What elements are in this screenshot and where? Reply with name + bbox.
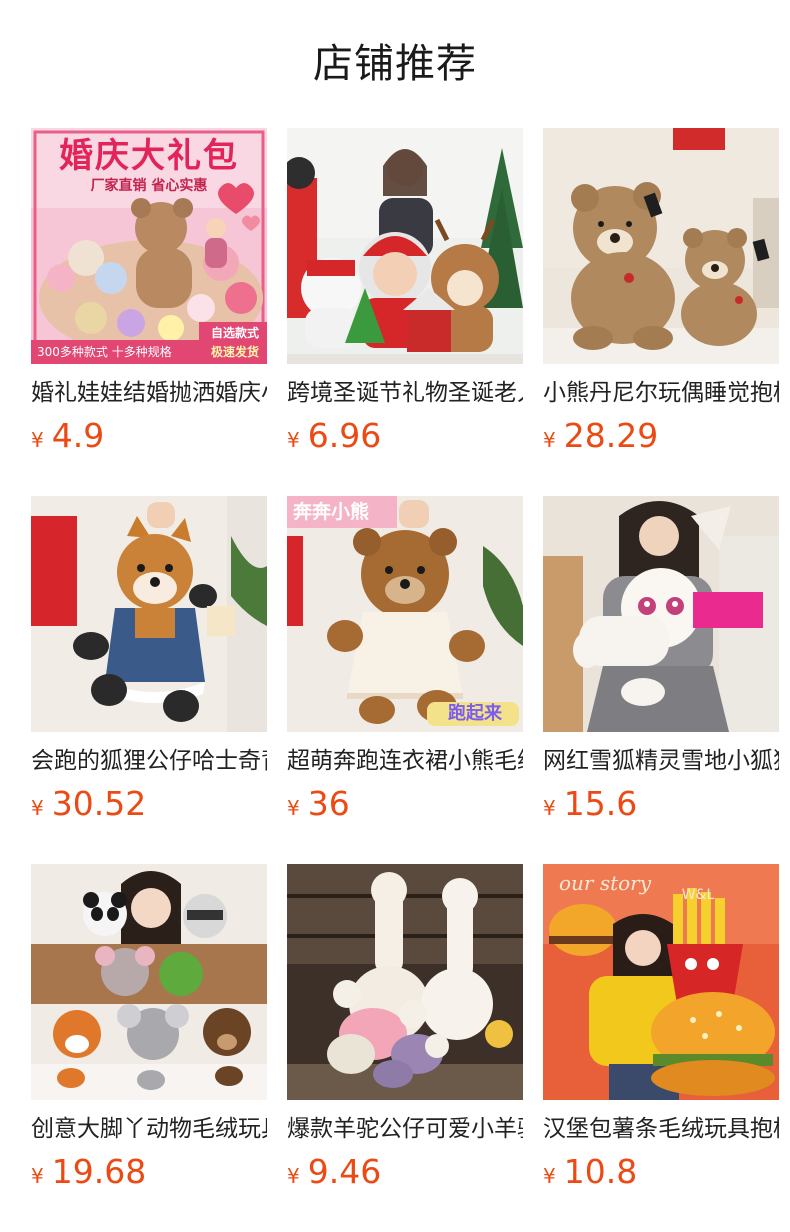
page-title: 店铺推荐 — [313, 41, 477, 87]
product-price: 10.8 — [563, 1152, 638, 1191]
product-price: 36 — [307, 784, 350, 823]
product-card[interactable]: 小熊丹尼尔玩偶睡觉抱枕泰迪熊 ¥28.29 — [543, 128, 779, 458]
product-name[interactable]: 小熊丹尼尔玩偶睡觉抱枕泰迪熊 — [543, 376, 779, 410]
price-row: ¥4.9 — [31, 416, 104, 456]
product-image[interactable] — [31, 864, 267, 1100]
product-price: 6.96 — [307, 416, 382, 455]
product-price: 19.68 — [51, 1152, 147, 1191]
price-row: ¥19.68 — [31, 1152, 146, 1192]
product-card[interactable]: 会跑的狐狸公仔哈士奇背带裤玩偶 ¥30.52 — [31, 496, 267, 826]
banner-corner-label: 自选款式 — [210, 326, 259, 340]
product-name[interactable]: 超萌奔跑连衣裙小熊毛绒玩具 — [287, 744, 523, 778]
banner-bottom-left: 300多种款式 十多种规格 — [37, 345, 172, 359]
currency-symbol: ¥ — [287, 796, 300, 820]
product-card[interactable]: our story W&L 汉堡包薯条毛绒玩具抱枕 ¥10.8 — [543, 864, 779, 1194]
currency-symbol: ¥ — [31, 1164, 44, 1188]
currency-symbol: ¥ — [543, 1164, 556, 1188]
banner-top-label: 奔奔小熊 — [293, 501, 370, 523]
banner-bottom-right: 极速发货 — [210, 345, 259, 359]
product-image[interactable] — [543, 496, 779, 732]
product-price: 30.52 — [51, 784, 147, 823]
product-name[interactable]: 婚礼娃娃结婚抛洒婚庆小礼品公仔 — [31, 376, 267, 410]
product-price: 4.9 — [51, 416, 105, 455]
currency-symbol: ¥ — [31, 428, 44, 452]
price-row: ¥10.8 — [543, 1152, 637, 1192]
product-name[interactable]: 网红雪狐精灵雪地小狐狸玩偶 — [543, 744, 779, 778]
product-name[interactable]: 跨境圣诞节礼物圣诞老人雪人麋鹿公仔 — [287, 376, 523, 410]
product-name[interactable]: 爆款羊驼公仔可爱小羊驼玩偶 — [287, 1112, 523, 1146]
product-price: 15.6 — [563, 784, 638, 823]
product-name[interactable]: 创意大脚丫动物毛绒玩具公仔 — [31, 1112, 267, 1146]
product-card[interactable]: 网红雪狐精灵雪地小狐狸玩偶 ¥15.6 — [543, 496, 779, 826]
banner-subtitle: 厂家直销 省心实惠 — [90, 178, 208, 194]
price-row: ¥9.46 — [287, 1152, 381, 1192]
currency-symbol: ¥ — [287, 428, 300, 452]
banner-logo: W&L — [681, 887, 715, 903]
price-row: ¥30.52 — [31, 784, 146, 824]
product-card[interactable]: 婚庆大礼包 厂家直销 省心实惠 自选款式 300多种款式 十多种规格 极速发货 … — [31, 128, 267, 458]
product-image[interactable] — [543, 128, 779, 364]
price-row: ¥15.6 — [543, 784, 637, 824]
price-row: ¥6.96 — [287, 416, 381, 456]
product-image[interactable] — [287, 864, 523, 1100]
product-name[interactable]: 会跑的狐狸公仔哈士奇背带裤玩偶 — [31, 744, 267, 778]
product-image[interactable] — [31, 496, 267, 732]
product-image[interactable] — [543, 864, 779, 1100]
product-price: 9.46 — [307, 1152, 382, 1191]
product-card[interactable]: 爆款羊驼公仔可爱小羊驼玩偶 ¥9.46 — [287, 864, 523, 1194]
product-image[interactable] — [287, 496, 523, 732]
product-card[interactable]: 奔奔小熊 跑起来 超萌奔跑连衣裙小熊毛绒玩具 ¥36 — [287, 496, 523, 826]
currency-symbol: ¥ — [31, 796, 44, 820]
product-image[interactable] — [287, 128, 523, 364]
product-card[interactable]: 跨境圣诞节礼物圣诞老人雪人麋鹿公仔 ¥6.96 — [287, 128, 523, 458]
product-card[interactable]: 创意大脚丫动物毛绒玩具公仔 ¥19.68 — [31, 864, 267, 1194]
price-row: ¥36 — [287, 784, 350, 824]
currency-symbol: ¥ — [543, 428, 556, 452]
price-row: ¥28.29 — [543, 416, 658, 456]
banner-bottom-label: 跑起来 — [448, 703, 502, 724]
product-price: 28.29 — [563, 416, 659, 455]
currency-symbol: ¥ — [287, 1164, 300, 1188]
currency-symbol: ¥ — [543, 796, 556, 820]
banner-title: 婚庆大礼包 — [59, 136, 239, 176]
product-name[interactable]: 汉堡包薯条毛绒玩具抱枕 — [543, 1112, 779, 1146]
